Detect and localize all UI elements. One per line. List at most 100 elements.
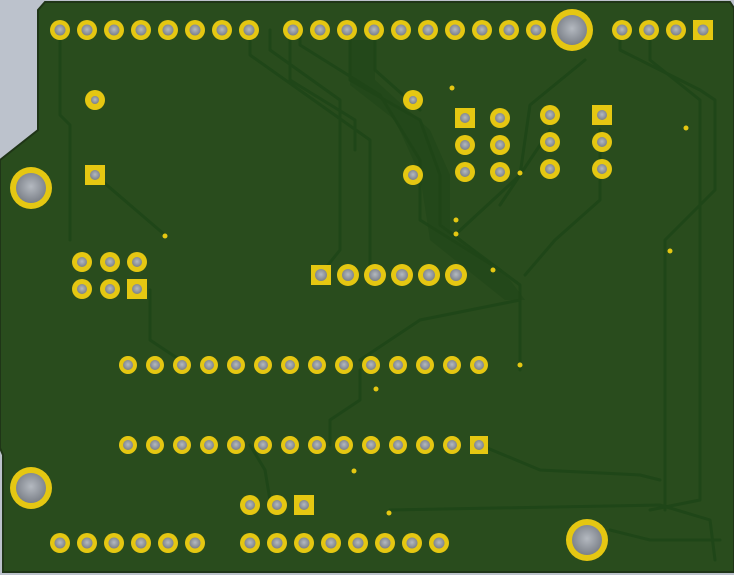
pad bbox=[10, 167, 52, 209]
pad bbox=[267, 533, 287, 553]
pad bbox=[240, 495, 260, 515]
via bbox=[449, 85, 455, 91]
pad bbox=[402, 533, 422, 553]
pad bbox=[416, 436, 434, 454]
pad bbox=[77, 20, 97, 40]
pad bbox=[403, 165, 423, 185]
via bbox=[373, 386, 379, 392]
pad bbox=[10, 467, 52, 509]
pad bbox=[472, 20, 492, 40]
pad bbox=[50, 533, 70, 553]
pad bbox=[104, 533, 124, 553]
pad bbox=[418, 20, 438, 40]
pad bbox=[200, 356, 218, 374]
pad-square bbox=[294, 495, 314, 515]
pad bbox=[540, 105, 560, 125]
pad-square bbox=[693, 20, 713, 40]
via bbox=[386, 510, 392, 516]
pad bbox=[254, 356, 272, 374]
pad bbox=[540, 132, 560, 152]
pad bbox=[389, 436, 407, 454]
pad bbox=[551, 9, 593, 51]
pad bbox=[592, 159, 612, 179]
pad-square bbox=[592, 105, 612, 125]
pad bbox=[389, 356, 407, 374]
pad bbox=[455, 162, 475, 182]
pad bbox=[283, 20, 303, 40]
pad bbox=[50, 20, 70, 40]
pad bbox=[227, 436, 245, 454]
pad bbox=[77, 533, 97, 553]
pad bbox=[470, 356, 488, 374]
pad bbox=[131, 20, 151, 40]
pad bbox=[364, 20, 384, 40]
pad bbox=[666, 20, 686, 40]
pad bbox=[416, 356, 434, 374]
pad bbox=[146, 356, 164, 374]
pad bbox=[158, 533, 178, 553]
pad bbox=[72, 252, 92, 272]
pad bbox=[227, 356, 245, 374]
via bbox=[490, 267, 496, 273]
pad bbox=[239, 20, 259, 40]
pad bbox=[100, 279, 120, 299]
pad bbox=[85, 90, 105, 110]
pad bbox=[490, 135, 510, 155]
pad bbox=[337, 20, 357, 40]
pad bbox=[592, 132, 612, 152]
pad bbox=[185, 533, 205, 553]
pad bbox=[127, 252, 147, 272]
pad bbox=[375, 533, 395, 553]
pad bbox=[308, 356, 326, 374]
pad bbox=[100, 252, 120, 272]
pad bbox=[146, 436, 164, 454]
pad bbox=[240, 533, 260, 553]
pad bbox=[490, 108, 510, 128]
pad bbox=[119, 356, 137, 374]
pad-square bbox=[85, 165, 105, 185]
pad bbox=[391, 264, 413, 286]
pcb-viewer bbox=[0, 0, 734, 575]
pad bbox=[429, 533, 449, 553]
pad bbox=[131, 533, 151, 553]
pad bbox=[281, 436, 299, 454]
pad bbox=[173, 436, 191, 454]
pad bbox=[310, 20, 330, 40]
via bbox=[517, 362, 523, 368]
pad bbox=[185, 20, 205, 40]
pad bbox=[391, 20, 411, 40]
pcb-board-render bbox=[0, 0, 734, 573]
pad bbox=[281, 356, 299, 374]
pad bbox=[308, 436, 326, 454]
via bbox=[453, 217, 459, 223]
pad bbox=[639, 20, 659, 40]
pad bbox=[294, 533, 314, 553]
pad bbox=[212, 20, 232, 40]
pad bbox=[321, 533, 341, 553]
pad bbox=[526, 20, 546, 40]
pad bbox=[443, 356, 461, 374]
pad bbox=[566, 519, 608, 561]
pad bbox=[362, 436, 380, 454]
pad bbox=[418, 264, 440, 286]
pad bbox=[337, 264, 359, 286]
pad bbox=[443, 436, 461, 454]
pad bbox=[612, 20, 632, 40]
pad-square bbox=[470, 436, 488, 454]
via bbox=[683, 125, 689, 131]
pad bbox=[72, 279, 92, 299]
via bbox=[667, 248, 673, 254]
pad bbox=[445, 264, 467, 286]
pad bbox=[335, 356, 353, 374]
pad bbox=[158, 20, 178, 40]
pad bbox=[364, 264, 386, 286]
pad bbox=[362, 356, 380, 374]
via bbox=[453, 231, 459, 237]
pad bbox=[403, 90, 423, 110]
pad-square bbox=[311, 265, 331, 285]
pad bbox=[445, 20, 465, 40]
via bbox=[517, 170, 523, 176]
via bbox=[351, 468, 357, 474]
pad bbox=[104, 20, 124, 40]
pad bbox=[499, 20, 519, 40]
